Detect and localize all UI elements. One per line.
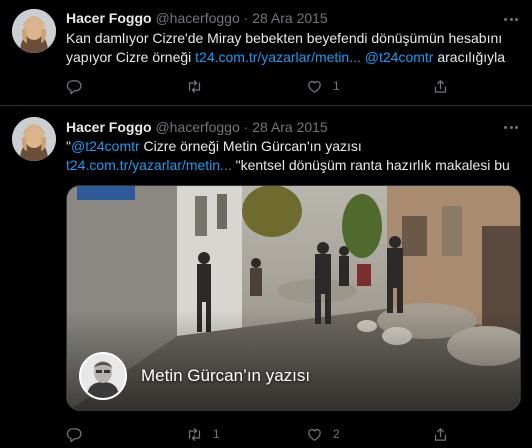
mention-link[interactable]: @t24comtr <box>71 138 140 154</box>
tweet-header: Hacer Foggo @hacerfoggo · 28 Ara 2015 <box>66 9 328 27</box>
tweet-link[interactable]: t24.com.tr/yazarlar/metin... <box>195 49 361 65</box>
tweet-text: "@t24comtr Cizre örneği Metin Gürcan'ın … <box>66 137 526 175</box>
tweet-actions: 1 <box>66 76 452 96</box>
text-part: "kentsel dönüşüm ranta hazırlık makalesi… <box>231 157 510 173</box>
text-part: Cizre örneği Metin Gürcan'ın yazısı <box>139 138 362 154</box>
avatar-image <box>12 9 56 53</box>
like-count: 1 <box>333 79 340 93</box>
link-preview-card[interactable]: Metin Gürcan’ın yazısı <box>66 185 521 411</box>
avatar[interactable] <box>12 117 56 161</box>
retweet-icon <box>188 79 201 93</box>
heart-icon <box>308 80 321 93</box>
share-button[interactable] <box>432 76 459 96</box>
share-icon <box>434 79 447 93</box>
more-icon[interactable] <box>504 118 518 136</box>
tweet-actions: 1 2 <box>66 424 452 444</box>
tweet-text: Kan damlıyor Cizre'de Miray bebekten bey… <box>66 29 526 67</box>
header-separator: · <box>243 10 249 26</box>
share-button[interactable] <box>432 424 459 444</box>
retweet-count: 1 <box>213 427 220 441</box>
text-part: aracılığıyla <box>433 49 506 65</box>
avatar[interactable] <box>12 9 56 53</box>
author-name[interactable]: Hacer Foggo <box>66 10 152 26</box>
tweet[interactable]: Hacer Foggo @hacerfoggo · 28 Ara 2015 "@… <box>0 106 532 448</box>
tweet-date[interactable]: 28 Ara 2015 <box>252 119 328 135</box>
avatar-image <box>12 117 56 161</box>
tweet-date[interactable]: 28 Ara 2015 <box>252 10 328 26</box>
reply-icon <box>66 427 82 442</box>
author-handle[interactable]: @hacerfoggo <box>155 10 239 26</box>
card-footer: Metin Gürcan’ın yazısı <box>79 352 310 400</box>
more-icon[interactable] <box>504 10 518 28</box>
retweet-button[interactable] <box>186 76 213 96</box>
like-button[interactable]: 2 <box>306 424 340 444</box>
share-icon <box>434 427 447 441</box>
author-photo-icon <box>79 352 127 400</box>
heart-icon <box>308 428 321 441</box>
tweet-link[interactable]: t24.com.tr/yazarlar/metin... <box>66 157 232 173</box>
header-separator: · <box>243 119 249 135</box>
tweet[interactable]: Hacer Foggo @hacerfoggo · 28 Ara 2015 Ka… <box>0 0 532 105</box>
author-handle[interactable]: @hacerfoggo <box>155 119 239 135</box>
card-title: Metin Gürcan’ın yazısı <box>141 366 311 385</box>
mention-link[interactable]: @t24comtr <box>365 49 434 65</box>
reply-button[interactable] <box>66 424 93 444</box>
like-button[interactable]: 1 <box>306 76 340 96</box>
retweet-icon <box>188 427 201 441</box>
author-name[interactable]: Hacer Foggo <box>66 119 152 135</box>
reply-button[interactable] <box>66 76 93 96</box>
like-count: 2 <box>333 427 340 441</box>
retweet-button[interactable]: 1 <box>186 424 220 444</box>
tweet-header: Hacer Foggo @hacerfoggo · 28 Ara 2015 <box>66 118 328 136</box>
reply-icon <box>66 79 82 94</box>
